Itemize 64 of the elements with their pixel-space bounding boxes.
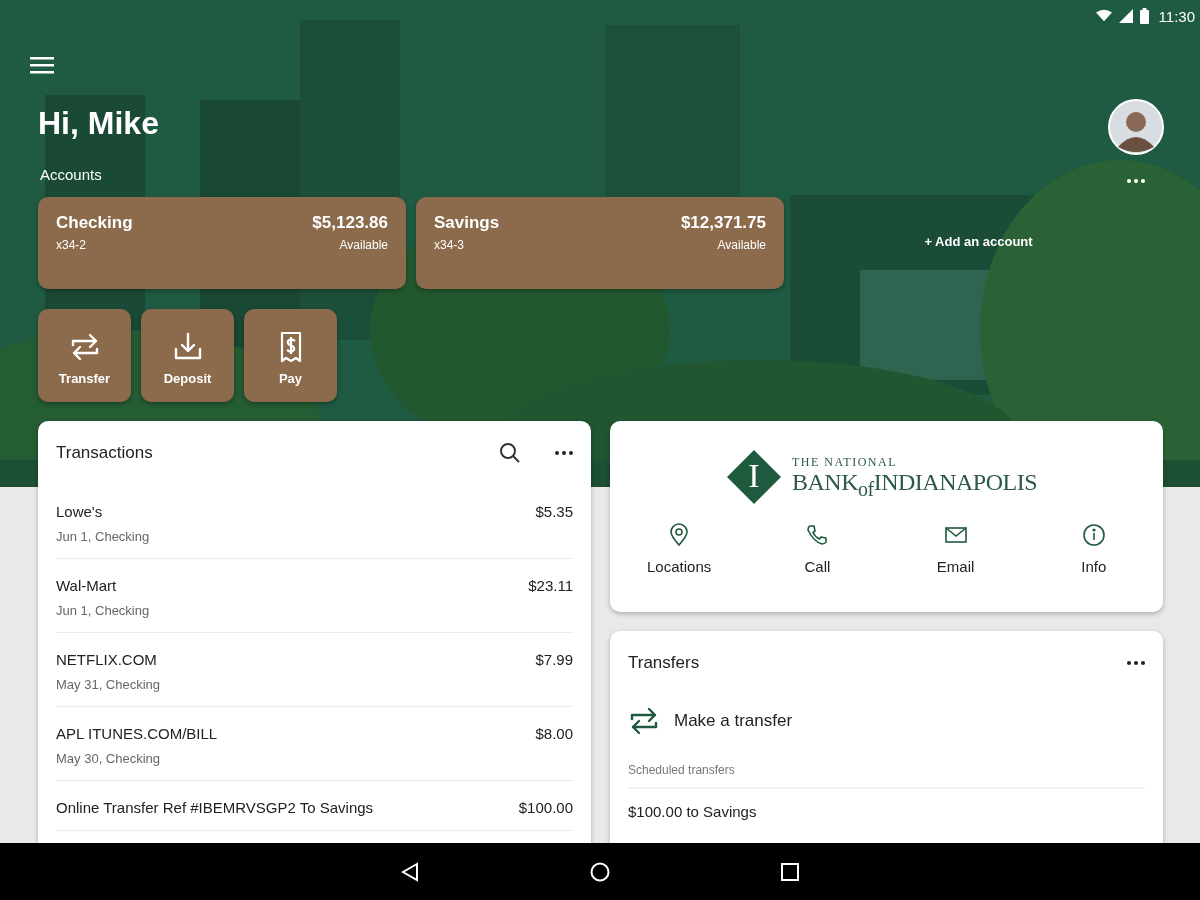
- make-transfer-button[interactable]: Make a transfer: [628, 695, 793, 747]
- quick-action-button[interactable]: Transfer: [38, 309, 131, 402]
- avatar-icon[interactable]: [1108, 99, 1164, 155]
- more-icon[interactable]: [555, 451, 573, 455]
- logo-text: THE NATIONAL: [792, 455, 898, 471]
- logo-text: BANK$_{of}$INDIANAPOLIS: [792, 470, 1037, 499]
- wifi-icon: [1095, 9, 1112, 23]
- card-title: Transfers: [628, 653, 701, 673]
- account-balance: $5,123.86: [312, 213, 388, 233]
- merchant-name: APL ITUNES.COM/BILL: [56, 725, 218, 742]
- account-card[interactable]: Savings x34-3 $12,371.75 Available: [416, 197, 784, 289]
- logo-letter: I: [747, 457, 761, 495]
- transfer-icon: [628, 705, 660, 737]
- account-number: x34-2: [56, 238, 88, 252]
- more-icon[interactable]: [1127, 661, 1145, 665]
- balance-label: Available: [339, 238, 388, 252]
- transaction-detail: May 30, Checking: [56, 751, 162, 766]
- status-time: 11:30: [1158, 7, 1195, 25]
- transaction-detail: Jun 1, Checking: [56, 529, 151, 544]
- back-icon[interactable]: [400, 861, 420, 882]
- account-balance: $12,371.75: [680, 213, 766, 233]
- account-name: Checking: [56, 213, 133, 233]
- transaction-amount: $7.99: [535, 651, 573, 668]
- transaction-row[interactable]: Online Transfer Ref #IBEMRVSGP2 To Savings $100.00: [56, 781, 573, 831]
- transaction-amount: $100.00: [518, 799, 573, 816]
- transaction-row[interactable]: NETFLIX.COM $7.99 May 31, Checking: [56, 633, 573, 707]
- transaction-row[interactable]: Wal-Mart $23.11 Jun 1, Checking: [56, 559, 573, 633]
- contact-button[interactable]: Info: [1024, 523, 1163, 575]
- merchant-name: Online Transfer Ref #IBEMRVSGP2 To Savings: [56, 799, 374, 816]
- balance-label: Available: [717, 238, 766, 252]
- transaction-detail: Jun 1, Checking: [56, 603, 151, 618]
- card-title: Transactions: [56, 443, 154, 463]
- section-label: Accounts: [40, 166, 103, 183]
- transaction-row[interactable]: APL ITUNES.COM/BILL $8.00 May 30, Checking: [56, 707, 573, 781]
- logo-diamond-icon: [726, 449, 782, 505]
- add-account-link[interactable]: + Add an account: [924, 233, 1033, 249]
- phone-icon: [805, 523, 830, 547]
- merchant-name: Wal-Mart: [56, 577, 117, 594]
- merchant-name: Lowe's: [56, 503, 103, 520]
- info-icon: [1081, 523, 1106, 547]
- menu-icon[interactable]: [30, 56, 54, 74]
- account-name: Savings: [434, 213, 500, 233]
- transaction-amount: $5.35: [535, 503, 573, 520]
- more-icon[interactable]: [1127, 179, 1145, 183]
- section-label: Scheduled transfers: [628, 763, 1145, 789]
- greeting: Hi, Mike: [38, 105, 159, 142]
- signal-icon: [1117, 9, 1134, 23]
- contact-button[interactable]: Email: [886, 523, 1025, 575]
- home-icon[interactable]: [590, 861, 610, 882]
- account-card[interactable]: Checking x34-2 $5,123.86 Available: [38, 197, 406, 289]
- merchant-name: NETFLIX.COM: [56, 651, 157, 668]
- scheduled-transfer[interactable]: $100.00 to Savings: [628, 789, 1145, 820]
- account-number: x34-3: [434, 238, 466, 252]
- transaction-detail: May 31, Checking: [56, 677, 162, 692]
- contact-button[interactable]: Call: [748, 523, 887, 575]
- transaction-row[interactable]: Lowe's $5.35 Jun 1, Checking: [56, 485, 573, 559]
- transaction-amount: $23.11: [528, 577, 573, 594]
- transaction-amount: $8.00: [535, 725, 573, 742]
- battery-icon: [1139, 8, 1149, 24]
- quick-action-button[interactable]: Deposit: [141, 309, 234, 402]
- quick-action-button[interactable]: Pay: [244, 309, 337, 402]
- search-icon[interactable]: [499, 442, 521, 464]
- recents-icon[interactable]: [780, 861, 800, 882]
- contact-button[interactable]: Locations: [610, 523, 749, 575]
